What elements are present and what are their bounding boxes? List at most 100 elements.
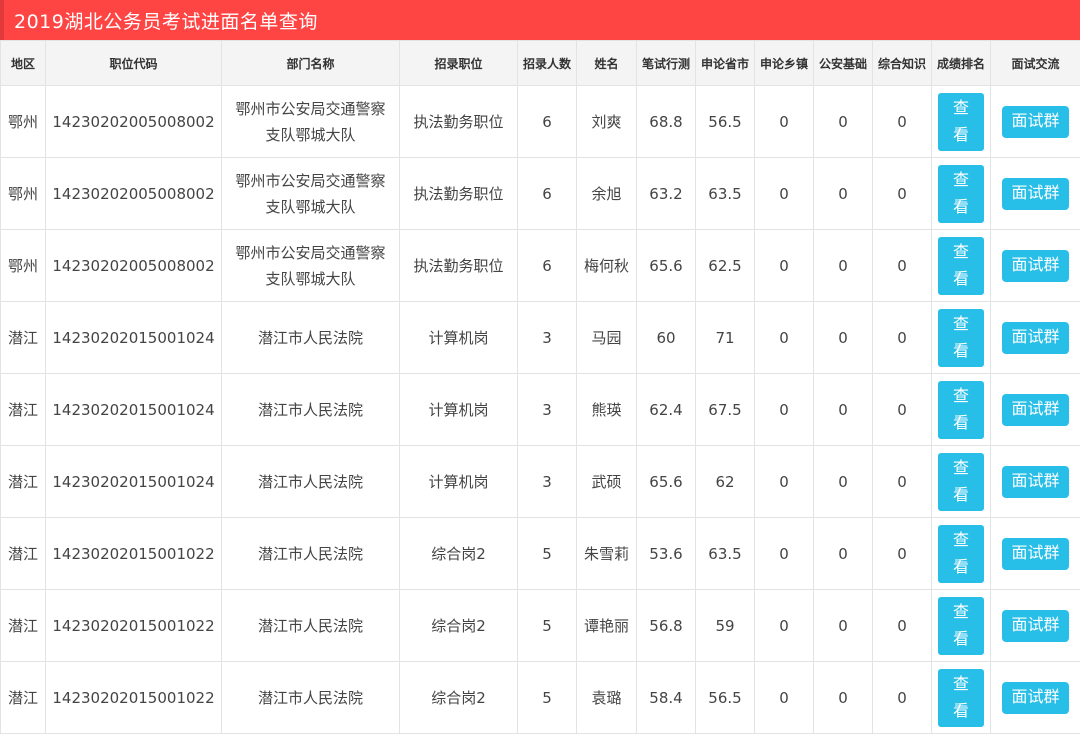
cell-dept-line-1: 潜江市人民法院 — [257, 400, 363, 419]
col-header-group: 面试交流 — [990, 40, 1080, 86]
cell-essay: 56.5 — [695, 661, 755, 734]
cell-rank: 查看 — [931, 301, 991, 374]
cell-region: 潜江 — [0, 373, 46, 446]
col-header-police: 公安基础 — [813, 40, 873, 86]
cell-count: 6 — [517, 229, 577, 302]
interview-group-button[interactable]: 面试群 — [1002, 393, 1069, 426]
cell-police: 0 — [813, 517, 873, 590]
cell-code: 14230202005008002 — [45, 229, 222, 302]
view-label-line-1: 查 — [952, 460, 969, 477]
interview-group-button[interactable]: 面试群 — [1002, 537, 1069, 570]
interview-group-button[interactable]: 面试群 — [1002, 681, 1069, 714]
col-header-general: 综合知识 — [872, 40, 932, 86]
cell-rank: 查看 — [931, 661, 991, 734]
cell-essay-town: 0 — [754, 589, 814, 662]
cell-essay-town: 0 — [754, 157, 814, 230]
interview-group-button[interactable]: 面试群 — [1002, 609, 1069, 642]
cell-group: 面试群 — [990, 445, 1080, 518]
cell-written: 58.4 — [636, 661, 696, 734]
cell-police: 0 — [813, 157, 873, 230]
cell-code: 14230202005008002 — [45, 85, 222, 158]
cell-dept: 潜江市人民法院 — [221, 373, 400, 446]
cell-count: 3 — [517, 445, 577, 518]
cell-position: 计算机岗 — [399, 301, 518, 374]
col-header-name: 姓名 — [576, 40, 637, 86]
cell-dept: 鄂州市公安局交通警察 支队鄂城大队 — [221, 157, 400, 230]
cell-rank: 查看 — [931, 85, 991, 158]
cell-essay: 63.5 — [695, 157, 755, 230]
interview-group-button[interactable]: 面试群 — [1002, 177, 1069, 210]
view-label-line-2: 看 — [952, 415, 969, 432]
cell-name: 武硕 — [576, 445, 637, 518]
cell-group: 面试群 — [990, 589, 1080, 662]
cell-essay: 62 — [695, 445, 755, 518]
interview-group-button[interactable]: 面试群 — [1002, 249, 1069, 282]
cell-dept: 潜江市人民法院 — [221, 517, 400, 590]
cell-name: 刘爽 — [576, 85, 637, 158]
cell-essay: 59 — [695, 589, 755, 662]
view-rank-button[interactable]: 查看 — [938, 380, 984, 439]
cell-essay-town: 0 — [754, 373, 814, 446]
cell-region: 鄂州 — [0, 157, 46, 230]
cell-dept-line-2: 支队鄂城大队 — [265, 125, 356, 144]
table-row: 潜江 14230202015001022 潜江市人民法院 综合岗2 5 袁璐 58.4 56.… — [0, 661, 1080, 734]
cell-dept-line-1: 潜江市人民法院 — [257, 328, 363, 347]
view-rank-button[interactable]: 查看 — [938, 596, 984, 655]
cell-position: 计算机岗 — [399, 373, 518, 446]
view-label-line-2: 看 — [952, 343, 969, 360]
cell-name: 熊瑛 — [576, 373, 637, 446]
cell-position: 执法勤务职位 — [399, 85, 518, 158]
cell-rank: 查看 — [931, 373, 991, 446]
view-rank-button[interactable]: 查看 — [938, 452, 984, 511]
col-header-essay: 申论省市 — [695, 40, 755, 86]
view-rank-button[interactable]: 查看 — [938, 524, 984, 583]
cell-name: 马园 — [576, 301, 637, 374]
table-row: 鄂州 14230202005008002 鄂州市公安局交通警察 支队鄂城大队 执法勤务职… — [0, 85, 1080, 158]
cell-written: 65.6 — [636, 229, 696, 302]
cell-group: 面试群 — [990, 661, 1080, 734]
cell-code: 14230202015001024 — [45, 445, 222, 518]
cell-group: 面试群 — [990, 517, 1080, 590]
view-rank-button[interactable]: 查看 — [938, 92, 984, 151]
cell-rank: 查看 — [931, 445, 991, 518]
cell-dept: 鄂州市公安局交通警察 支队鄂城大队 — [221, 85, 400, 158]
cell-position: 综合岗2 — [399, 589, 518, 662]
table-header-row: 地区 职位代码 部门名称 招录职位 招录人数 姓名 笔试行测 申论省市 申论乡镇… — [0, 40, 1080, 86]
cell-dept-line-1: 鄂州市公安局交通警察 — [235, 99, 386, 118]
cell-region: 潜江 — [0, 589, 46, 662]
cell-essay-town: 0 — [754, 301, 814, 374]
cell-written: 60 — [636, 301, 696, 374]
view-rank-button[interactable]: 查看 — [938, 308, 984, 367]
view-label-line-1: 查 — [952, 388, 969, 405]
view-label-line-1: 查 — [952, 676, 969, 693]
col-header-code: 职位代码 — [45, 40, 222, 86]
interview-group-button[interactable]: 面试群 — [1002, 465, 1069, 498]
cell-general: 0 — [872, 157, 932, 230]
cell-region: 潜江 — [0, 301, 46, 374]
cell-essay: 67.5 — [695, 373, 755, 446]
cell-dept: 潜江市人民法院 — [221, 301, 400, 374]
view-rank-button[interactable]: 查看 — [938, 236, 984, 295]
cell-position: 计算机岗 — [399, 445, 518, 518]
interview-group-button[interactable]: 面试群 — [1002, 321, 1069, 354]
col-header-written: 笔试行测 — [636, 40, 696, 86]
cell-dept-line-2: 支队鄂城大队 — [265, 269, 356, 288]
cell-group: 面试群 — [990, 373, 1080, 446]
cell-essay-town: 0 — [754, 445, 814, 518]
view-rank-button[interactable]: 查看 — [938, 164, 984, 223]
cell-code: 14230202015001022 — [45, 661, 222, 734]
cell-dept-line-1: 潜江市人民法院 — [257, 472, 363, 491]
view-rank-button[interactable]: 查看 — [938, 668, 984, 727]
cell-count: 6 — [517, 157, 577, 230]
cell-written: 63.2 — [636, 157, 696, 230]
cell-general: 0 — [872, 661, 932, 734]
cell-essay: 62.5 — [695, 229, 755, 302]
cell-region: 潜江 — [0, 661, 46, 734]
cell-position: 执法勤务职位 — [399, 157, 518, 230]
view-label-line-1: 查 — [952, 316, 969, 333]
cell-written: 65.6 — [636, 445, 696, 518]
interview-group-button[interactable]: 面试群 — [1002, 105, 1069, 138]
cell-group: 面试群 — [990, 301, 1080, 374]
cell-rank: 查看 — [931, 517, 991, 590]
table-row: 鄂州 14230202005008002 鄂州市公安局交通警察 支队鄂城大队 执法勤务职… — [0, 229, 1080, 302]
